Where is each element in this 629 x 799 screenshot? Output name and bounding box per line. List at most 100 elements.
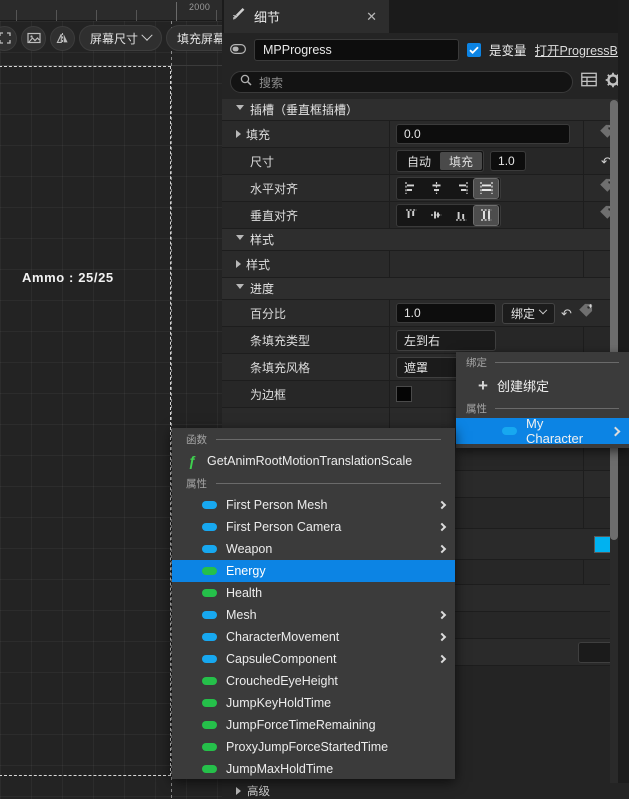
halign-button-group[interactable] (396, 176, 501, 200)
binding-item-my-character[interactable]: My Character (456, 416, 629, 446)
viewport-toolbar[interactable]: 屏幕尺寸 填充屏幕 (0, 24, 222, 52)
advanced-label: 高级 (247, 786, 270, 798)
row-bar-fill-type-label: 条填充类型 (250, 333, 311, 348)
object-pin-icon (202, 501, 217, 509)
property-popup-item[interactable]: Health (172, 582, 455, 604)
row-style-label-cell[interactable]: 样式 (222, 251, 390, 277)
object-pin-icon (202, 523, 217, 531)
align-top-icon[interactable] (399, 206, 423, 225)
percent-bind-dropdown[interactable]: 绑定 (502, 302, 556, 324)
property-popup-section-function: 函数 (172, 428, 455, 450)
row-bar-fill-style-label-cell: 条填充风格 (222, 354, 390, 380)
mirror-icon[interactable] (50, 25, 75, 51)
align-bottom-icon[interactable] (449, 206, 473, 225)
details-tab-icon (232, 7, 247, 26)
property-popup-item[interactable]: JumpForceTimeRemaining (172, 714, 455, 736)
category-progress[interactable]: 进度 (222, 278, 629, 300)
property-popup-item[interactable]: Energy (172, 560, 455, 582)
property-popup-item-label: CrouchedEyeHeight (226, 674, 338, 688)
property-popup-item[interactable]: JumpKeyHoldTime (172, 692, 455, 714)
property-popup-items: First Person Mesh First Person Camera Weap… (172, 494, 455, 779)
property-popup-item[interactable]: CrouchedEyeHeight (172, 670, 455, 692)
align-middle-icon[interactable] (424, 206, 448, 225)
chevron-right-icon[interactable] (236, 260, 241, 268)
close-icon[interactable]: ✕ (362, 8, 381, 25)
row-size-label: 尺寸 (250, 154, 275, 169)
padding-input[interactable]: 0.0 (396, 124, 570, 144)
row-vertical-alignment: 垂直对齐 (222, 202, 629, 229)
value-pin-icon (202, 699, 217, 707)
chevron-right-icon[interactable] (236, 130, 241, 138)
chevron-down-icon (236, 235, 244, 244)
size-amount-input[interactable]: 1.0 (490, 151, 527, 171)
size-fill-option[interactable]: 填充 (440, 152, 483, 170)
category-style-label: 样式 (250, 233, 275, 247)
search-input[interactable]: 搜索 (230, 71, 573, 93)
divider (495, 407, 619, 409)
widget-name-input[interactable]: MPProgress (254, 38, 459, 61)
row-is-marquee-label: 为边框 (250, 387, 287, 402)
align-right-icon[interactable] (449, 179, 473, 198)
property-popup-item[interactable]: First Person Mesh (172, 494, 455, 516)
revert-icon[interactable]: ↶ (561, 307, 572, 320)
property-popup-function-item[interactable]: ƒ GetAnimRootMotionTranslationScale (172, 450, 455, 472)
chevron-right-icon (437, 632, 447, 642)
chevron-right-icon (236, 787, 241, 795)
fill-screen-label: 填充屏幕 (177, 31, 222, 46)
property-popup-item[interactable]: JumpMaxHoldTime (172, 758, 455, 779)
row-percent-label-cell: 百分比 (222, 300, 390, 326)
bind-tag-icon[interactable] (578, 303, 594, 323)
chevron-down-icon (236, 105, 244, 114)
bar-fill-type-dropdown[interactable]: 左到右 (396, 329, 496, 351)
table-view-icon[interactable] (581, 72, 597, 92)
row-halign-value-cell (390, 175, 583, 201)
property-popup-item[interactable]: Mesh (172, 604, 455, 626)
create-binding-item[interactable]: + 创建绑定 (456, 372, 629, 398)
value-pin-icon (202, 721, 217, 729)
property-popup-item-label: ProxyJumpForceStartedTime (226, 740, 389, 754)
property-popup-item[interactable]: CapsuleComponent (172, 648, 455, 670)
fit-screen-icon[interactable] (0, 25, 17, 51)
tab-details[interactable]: 细节 ✕ (224, 0, 389, 33)
size-segmented-control[interactable]: 自动 填充 (396, 150, 485, 172)
align-center-icon[interactable] (424, 179, 448, 198)
row-padding-label-cell[interactable]: 填充 (222, 121, 390, 147)
fill-screen-dropdown[interactable]: 填充屏幕 (166, 25, 222, 51)
scrollbar-thumb[interactable] (610, 100, 618, 540)
is-variable-checkbox[interactable] (467, 42, 481, 57)
row-style: 样式 (222, 251, 629, 278)
align-fill-vertical-icon[interactable] (473, 204, 499, 226)
property-popup-item[interactable]: Weapon (172, 538, 455, 560)
image-icon[interactable] (21, 25, 46, 51)
property-popup-item[interactable]: ProxyJumpForceStartedTime (172, 736, 455, 758)
property-popup-item[interactable]: First Person Camera (172, 516, 455, 538)
open-progressbar-link[interactable]: 打开ProgressBa (535, 40, 621, 59)
row-halign-label-cell: 水平对齐 (222, 175, 390, 201)
align-left-icon[interactable] (399, 179, 423, 198)
ruler-label-2000: 2000 (189, 2, 211, 12)
property-popup-item[interactable]: CharacterMovement (172, 626, 455, 648)
row-valign-label: 垂直对齐 (250, 208, 299, 223)
valign-button-group[interactable] (396, 203, 501, 227)
chevron-right-icon (437, 610, 447, 620)
size-auto-option[interactable]: 自动 (398, 152, 440, 170)
value-pin-icon (202, 589, 217, 597)
widget-name-value: MPProgress (263, 42, 332, 57)
category-style[interactable]: 样式 (222, 229, 629, 251)
category-slot[interactable]: 插槽（垂直框插槽） (222, 99, 629, 121)
size-amount-value: 1.0 (498, 154, 515, 168)
property-popup-item-label: CapsuleComponent (226, 652, 337, 666)
value-pin-icon (202, 567, 217, 575)
align-fill-horizontal-icon[interactable] (473, 177, 499, 199)
row-valign-value-cell (390, 202, 583, 228)
row-percent: 百分比 1.0 绑定 ↶ (222, 300, 629, 327)
is-marquee-checkbox[interactable] (396, 386, 412, 402)
screen-size-dropdown[interactable]: 屏幕尺寸 (79, 25, 163, 51)
search-icon (240, 73, 252, 91)
percent-input[interactable]: 1.0 (396, 303, 496, 323)
category-progress-label: 进度 (250, 282, 275, 296)
advanced-row[interactable]: 高级 (222, 783, 629, 799)
search-placeholder: 搜索 (259, 75, 284, 90)
row-horizontal-alignment: 水平对齐 (222, 175, 629, 202)
property-popup-item-label: First Person Camera (226, 520, 342, 534)
